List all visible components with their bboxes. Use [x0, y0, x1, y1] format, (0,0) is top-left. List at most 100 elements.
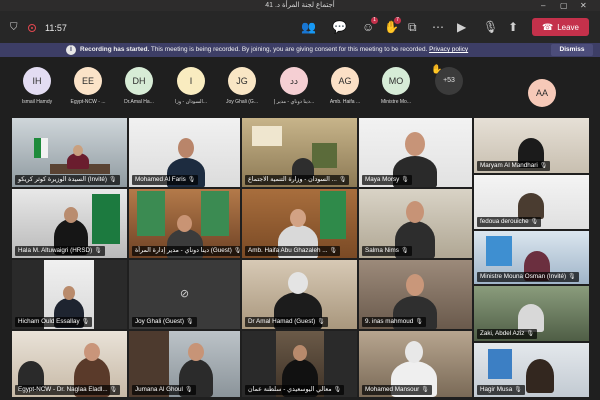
head — [405, 341, 423, 363]
participant-avatar[interactable]: MO Ministre Mo... — [371, 67, 421, 113]
flag-icon — [488, 349, 512, 379]
participant-avatar[interactable]: JG Joy Ghali (G... — [217, 67, 267, 113]
video-tile[interactable]: ⊘ Joy Ghali (Guest) 🎙 — [129, 260, 240, 329]
recording-icon — [28, 24, 36, 32]
video-tile[interactable]: Mohamed Mansour 🎙 — [359, 331, 472, 397]
mic-off-icon: 🎙 — [539, 163, 548, 169]
shield-icon[interactable]: ⛉ — [10, 21, 18, 35]
participant-name: Amb. Haifa ... — [329, 99, 361, 105]
phone-icon: ☎ — [541, 22, 554, 32]
flag-icon — [201, 191, 229, 236]
tile-name: Maya Morsy 🎙 — [362, 175, 412, 185]
avatar: دد — [280, 67, 308, 95]
flag-icon — [92, 194, 120, 244]
video-tile[interactable]: السودان - وزارة التنمية الاجتماع ... 🎙 — [242, 118, 357, 187]
video-tile[interactable]: 9. inas mahmoud 🎙 — [359, 260, 472, 329]
chat-icon[interactable]: 💬 — [332, 20, 347, 34]
mic-off-icon: 🎙 — [568, 274, 576, 280]
video-tile[interactable]: دينا دوناي - مدير إدارة المرأة (Guest) 🎙 — [129, 189, 240, 258]
video-tile[interactable]: Zaki, Abdel Aziz 🎙 — [474, 286, 589, 341]
video-tile[interactable]: Ministre Mouna Osman (Invité) 🎙 — [474, 231, 589, 284]
video-tile[interactable]: Maya Morsy 🎙 — [359, 118, 472, 187]
head — [406, 201, 424, 223]
participant-avatar[interactable]: I السودان - وزا... — [166, 67, 216, 113]
avatar: I — [177, 67, 205, 95]
video-tile[interactable]: Hicham Ould Essallay 🎙 — [12, 260, 127, 329]
mic-off-icon: 🎙 — [81, 319, 90, 325]
video-tile[interactable]: Dr Amal Hamad (Guest) 🎙 — [242, 260, 357, 329]
tile-name: Salma Nims 🎙 — [362, 246, 412, 256]
video-tile[interactable]: fedoua derouiche 🎙 — [474, 175, 589, 229]
title-bar: أجتماع لجنة المرأة د. 41 – ▢ ✕ — [0, 0, 600, 11]
participant-avatar[interactable]: IH Ismail Hamdy — [12, 67, 62, 113]
reactions-badge: 1 — [371, 17, 378, 24]
avatar: EE — [74, 67, 102, 95]
head — [73, 145, 83, 156]
person — [518, 193, 544, 219]
avatar: IH — [23, 67, 51, 95]
video-tile[interactable]: Maryam Al Mandhari 🎙 — [474, 118, 589, 173]
video-tile[interactable]: السيدة الوزيرة كوثر كريكو (Invité) 🎙 — [12, 118, 127, 187]
participant-avatar[interactable]: EE Egypt-NCW - ... — [63, 67, 113, 113]
mic-off-icon: 🎙 — [233, 248, 240, 254]
maximize-icon[interactable]: ▢ — [560, 0, 568, 11]
mic-off-icon: 🎙 — [401, 177, 409, 183]
more-participants-button[interactable]: +53 — [435, 67, 463, 95]
window-title: أجتماع لجنة المرأة د. 41 — [265, 2, 335, 9]
video-tile[interactable]: Mohamed Al Faris 🎙 — [129, 118, 240, 187]
flag-icon — [137, 191, 165, 236]
mic-off-icon: 🎙 — [329, 248, 338, 254]
privacy-policy-link[interactable]: Privacy policy — [429, 46, 468, 53]
flag-icon — [34, 138, 48, 158]
participant-avatar[interactable]: DH Dr.Amal Ha... — [114, 67, 164, 113]
microphone-icon[interactable]: 🎙 — [483, 20, 498, 34]
mic-off-icon: 🎙 — [186, 319, 194, 325]
mic-off-icon: 🎙 — [109, 387, 118, 393]
share-screen-icon[interactable]: ⬆ — [508, 20, 518, 34]
video-tile[interactable]: Hala M. Altuwaigri (HRSD) 🎙 — [12, 189, 127, 258]
mic-off-icon: 🎙 — [317, 319, 325, 325]
head — [188, 343, 204, 361]
participant-avatar[interactable]: AG Amb. Haifa ... — [320, 67, 370, 113]
tile-name: Ministre Mouna Osman (Invité) 🎙 — [477, 272, 579, 282]
tile-name: السودان - وزارة التنمية الاجتماع ... 🎙 — [245, 175, 350, 185]
video-tile[interactable]: Hagir Musa 🎙 — [474, 343, 589, 397]
head — [288, 272, 308, 294]
meeting-timer: 11:57 — [45, 23, 67, 33]
video-tile[interactable]: معالي اليوسعيدي - سلطنة عمان 🎙 — [242, 331, 357, 397]
tile-name: Hicham Ould Essallay 🎙 — [15, 317, 93, 327]
camera-icon[interactable]: ▶ — [457, 20, 466, 34]
breakout-rooms-icon[interactable]: ⧉ — [408, 20, 417, 34]
participant-name: Joy Ghali (G... — [226, 99, 258, 105]
info-icon: i — [66, 45, 76, 55]
tile-name: Amb. Haifa Abu Ghazaleh ... 🎙 — [245, 246, 341, 256]
tile-name: Hala M. Altuwaigri (HRSD) 🎙 — [15, 246, 105, 256]
tile-name: fedoua derouiche 🎙 — [477, 217, 542, 227]
flag-icon — [320, 191, 346, 239]
mic-off-icon: 🎙 — [94, 248, 102, 254]
video-tile[interactable]: Jumana Al Ghoul 🎙 — [129, 331, 240, 397]
close-icon[interactable]: ✕ — [580, 0, 587, 11]
tile-name: Egypt-NCW - Dr. Naglaa Eladl... 🎙 — [15, 385, 121, 395]
participant-name: دينا دوناي - مدير إ... — [273, 99, 315, 105]
tile-name: Jumana Al Ghoul 🎙 — [132, 385, 196, 395]
participant-name: Egypt-NCW - ... — [70, 99, 106, 105]
participants-icon[interactable]: 👥 — [301, 20, 316, 34]
tile-name: معالي اليوسعيدي - سلطنة عمان 🎙 — [245, 385, 345, 395]
mic-off-icon: 🎙 — [400, 248, 409, 254]
dismiss-button[interactable]: Dismiss — [551, 44, 593, 56]
more-actions-icon[interactable]: ⋯ — [432, 20, 444, 34]
minimize-icon[interactable]: – — [541, 0, 545, 11]
video-tile[interactable]: Amb. Haifa Abu Ghazaleh ... 🎙 — [242, 189, 357, 258]
participant-avatar[interactable]: دد دينا دوناي - مدير إ... — [269, 67, 319, 113]
leave-button[interactable]: ☎ Leave — [532, 18, 589, 36]
participant-name: Ismail Hamdy — [21, 99, 53, 105]
participant-name: Dr.Amal Ha... — [124, 99, 154, 105]
avatar: DH — [125, 67, 153, 95]
self-avatar[interactable]: AA — [528, 79, 556, 107]
video-tile[interactable]: Salma Nims 🎙 — [359, 189, 472, 258]
video-tile[interactable]: Egypt-NCW - Dr. Naglaa Eladl... 🎙 — [12, 331, 127, 397]
participant-strip: IH Ismail Hamdy EE Egypt-NCW - ... DH Dr… — [0, 57, 600, 115]
meeting-toolbar: ⛉ 11:57 👥 💬 ☺ 1 ✋ 7 ⧉ ⋯ ▶ 🎙 ⬆ ☎ Leave — [0, 11, 600, 43]
wall-frame — [252, 126, 282, 146]
